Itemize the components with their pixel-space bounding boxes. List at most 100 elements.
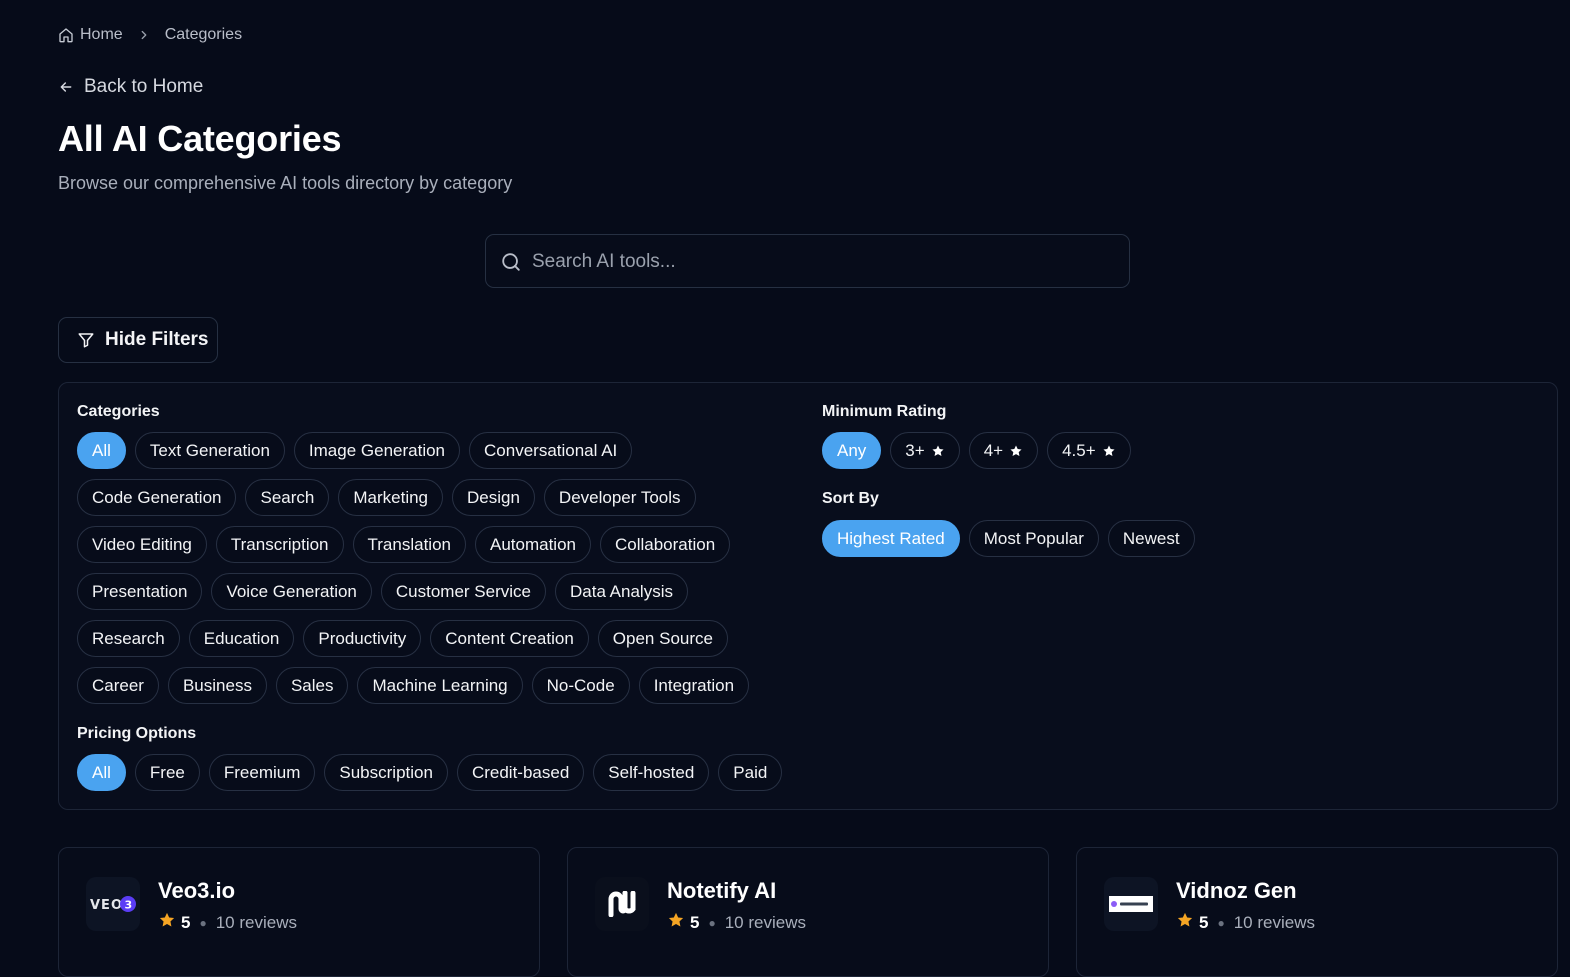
svg-text:3: 3 <box>125 899 133 912</box>
breadcrumb: Home Categories <box>58 24 242 46</box>
category-chip-image-generation[interactable]: Image Generation <box>293 432 461 469</box>
category-chip-design[interactable]: Design <box>452 479 535 516</box>
pricing-chip-credit-based[interactable]: Credit-based <box>456 754 585 791</box>
hide-filters-button[interactable]: Hide Filters <box>58 317 218 363</box>
category-chip-label: Data Analysis <box>569 581 673 601</box>
category-chip-label: Customer Service <box>395 581 531 601</box>
veo3-logo: VEO 3 <box>86 877 140 931</box>
pricing-chip-freemium[interactable]: Freemium <box>208 754 316 791</box>
sort-chip-newest[interactable]: Newest <box>1107 520 1195 557</box>
category-chips: All Text Generation Image Generation Conver… <box>77 432 797 704</box>
tool-name: Notetify AI <box>667 878 777 903</box>
tool-name: Vidnoz Gen <box>1176 878 1297 903</box>
category-chip-open-source[interactable]: Open Source <box>597 620 728 657</box>
category-chip-label: Productivity <box>318 628 407 648</box>
pricing-title: Pricing Options <box>77 725 197 742</box>
category-chip-label: Content Creation <box>445 628 574 648</box>
category-chip-label: Presentation <box>92 581 188 601</box>
pricing-chip-self-hosted[interactable]: Self-hosted <box>593 754 710 791</box>
pricing-chip-all[interactable]: All <box>77 754 126 791</box>
sort-title: Sort By <box>822 490 879 507</box>
category-chip-education[interactable]: Education <box>188 620 295 657</box>
breadcrumb-home-link[interactable]: Home <box>58 26 123 44</box>
category-chip-customer-service[interactable]: Customer Service <box>380 573 546 610</box>
category-chip-conversational-ai[interactable]: Conversational AI <box>469 432 633 469</box>
tool-rating: 5 <box>690 912 700 932</box>
sort-chips: Highest Rated Most Popular Newest <box>822 520 1422 557</box>
category-chip-text-generation[interactable]: Text Generation <box>134 432 285 469</box>
category-chip-label: Career <box>92 675 144 695</box>
category-chip-no-code[interactable]: No-Code <box>531 667 630 704</box>
rating-chips: Any 3+ 4+ 4.5+ <box>822 432 1422 469</box>
category-chip-label: Open Source <box>612 628 713 648</box>
pricing-chip-label: All <box>92 762 111 782</box>
category-chip-code-generation[interactable]: Code Generation <box>77 479 237 516</box>
category-chip-voice-generation[interactable]: Voice Generation <box>211 573 372 610</box>
category-chip-label: Collaboration <box>614 534 716 554</box>
search-icon <box>500 251 522 278</box>
pricing-chips: All Free Freemium Subscription Credit-based S… <box>77 754 837 791</box>
rating-chip-label: 3+ <box>905 440 925 460</box>
category-chip-data-analysis[interactable]: Data Analysis <box>554 573 688 610</box>
category-chip-marketing[interactable]: Marketing <box>338 479 443 516</box>
sort-chip-label: Highest Rated <box>837 528 945 548</box>
sort-chip-most-popular[interactable]: Most Popular <box>968 520 1099 557</box>
category-chip-business[interactable]: Business <box>167 667 267 704</box>
star-icon <box>667 911 685 934</box>
category-chip-productivity[interactable]: Productivity <box>303 620 422 657</box>
category-chip-sales[interactable]: Sales <box>275 667 349 704</box>
rating-chip-3-plus[interactable]: 3+ <box>890 432 960 469</box>
category-chip-automation[interactable]: Automation <box>474 526 591 563</box>
back-to-home-link[interactable]: Back to Home <box>58 76 203 98</box>
category-chip-developer-tools[interactable]: Developer Tools <box>543 479 696 516</box>
category-chip-label: Business <box>182 675 252 695</box>
category-chip-research[interactable]: Research <box>77 620 180 657</box>
category-chip-transcription[interactable]: Transcription <box>215 526 344 563</box>
pricing-chip-label: Self-hosted <box>608 762 695 782</box>
rating-chip-4-5-plus[interactable]: 4.5+ <box>1047 432 1131 469</box>
category-chip-collaboration[interactable]: Collaboration <box>599 526 731 563</box>
category-chip-label: Voice Generation <box>226 581 357 601</box>
category-chip-label: Code Generation <box>92 487 222 507</box>
arrow-left-icon <box>60 82 72 92</box>
sort-chip-highest-rated[interactable]: Highest Rated <box>822 520 960 557</box>
rating-chip-any[interactable]: Any <box>822 432 882 469</box>
tool-rating: 5 <box>181 912 191 932</box>
pricing-chip-subscription[interactable]: Subscription <box>324 754 448 791</box>
category-chip-search[interactable]: Search <box>245 479 330 516</box>
tool-rating: 5 <box>1199 912 1209 932</box>
category-chip-integration[interactable]: Integration <box>638 667 750 704</box>
tool-rating-row: 5 ● 10 reviews <box>158 911 297 934</box>
breadcrumb-current: Categories <box>164 26 243 43</box>
rating-chip-label: 4+ <box>983 440 1004 460</box>
pricing-chip-label: Free <box>149 762 185 782</box>
category-chip-label: Education <box>203 628 280 648</box>
page-title: All AI Categories <box>58 118 342 159</box>
category-chip-content-creation[interactable]: Content Creation <box>430 620 589 657</box>
category-chip-presentation[interactable]: Presentation <box>77 573 203 610</box>
tool-card[interactable]: Notetify AI 5 ● 10 reviews <box>567 847 1049 977</box>
page-subtitle: Browse our comprehensive AI tools direct… <box>58 173 513 193</box>
category-chip-label: Text Generation <box>149 440 270 460</box>
category-chip-career[interactable]: Career <box>77 667 159 704</box>
star-icon <box>1102 444 1116 458</box>
category-chip-label: No-Code <box>546 675 615 695</box>
tool-card[interactable]: Vidnoz Gen 5 ● 10 reviews <box>1076 847 1558 977</box>
category-chip-translation[interactable]: Translation <box>352 526 466 563</box>
category-chip-video-editing[interactable]: Video Editing <box>77 526 207 563</box>
search-input[interactable] <box>530 235 1114 289</box>
pricing-chip-label: Subscription <box>339 762 433 782</box>
notetify-logo <box>595 877 649 931</box>
tool-card[interactable]: VEO 3 Veo3.io 5 ● 10 reviews <box>58 847 540 977</box>
category-chip-all[interactable]: All <box>77 432 126 469</box>
pricing-chip-free[interactable]: Free <box>134 754 200 791</box>
pricing-chip-paid[interactable]: Paid <box>718 754 783 791</box>
rating-chip-label: 4.5+ <box>1062 440 1096 460</box>
category-chip-machine-learning[interactable]: Machine Learning <box>357 667 523 704</box>
sort-chip-label: Most Popular <box>983 528 1084 548</box>
chevron-right-icon <box>137 28 151 42</box>
star-icon <box>1176 911 1194 934</box>
rating-chip-4-plus[interactable]: 4+ <box>968 432 1039 469</box>
category-chip-label: Machine Learning <box>372 675 508 695</box>
pricing-chip-label: Credit-based <box>471 762 570 782</box>
